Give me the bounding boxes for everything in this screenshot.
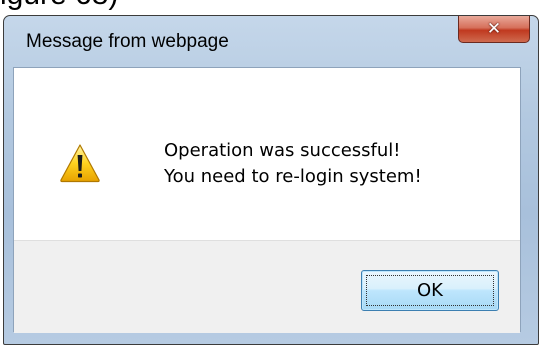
dialog-message: Operation was successful! You need to re… [164, 138, 422, 190]
dialog-footer: OK [14, 240, 520, 333]
close-icon: ✕ [486, 18, 502, 39]
close-button[interactable]: ✕ [458, 16, 530, 43]
dialog-titlebar[interactable]: Message from webpage ✕ [4, 16, 538, 67]
ok-button-label: OK [417, 280, 443, 301]
warning-icon [60, 144, 100, 183]
message-dialog: Message from webpage ✕ Operation was suc… [3, 15, 539, 345]
message-line: Operation was successful! [164, 140, 401, 161]
ok-button[interactable]: OK [361, 270, 499, 311]
dialog-client-area: Operation was successful! You need to re… [13, 67, 521, 333]
dialog-content: Operation was successful! You need to re… [14, 68, 520, 240]
dialog-title: Message from webpage [26, 31, 229, 52]
message-line: You need to re-login system! [164, 166, 422, 187]
background-caption-fragment: igure 68) [0, 0, 118, 12]
